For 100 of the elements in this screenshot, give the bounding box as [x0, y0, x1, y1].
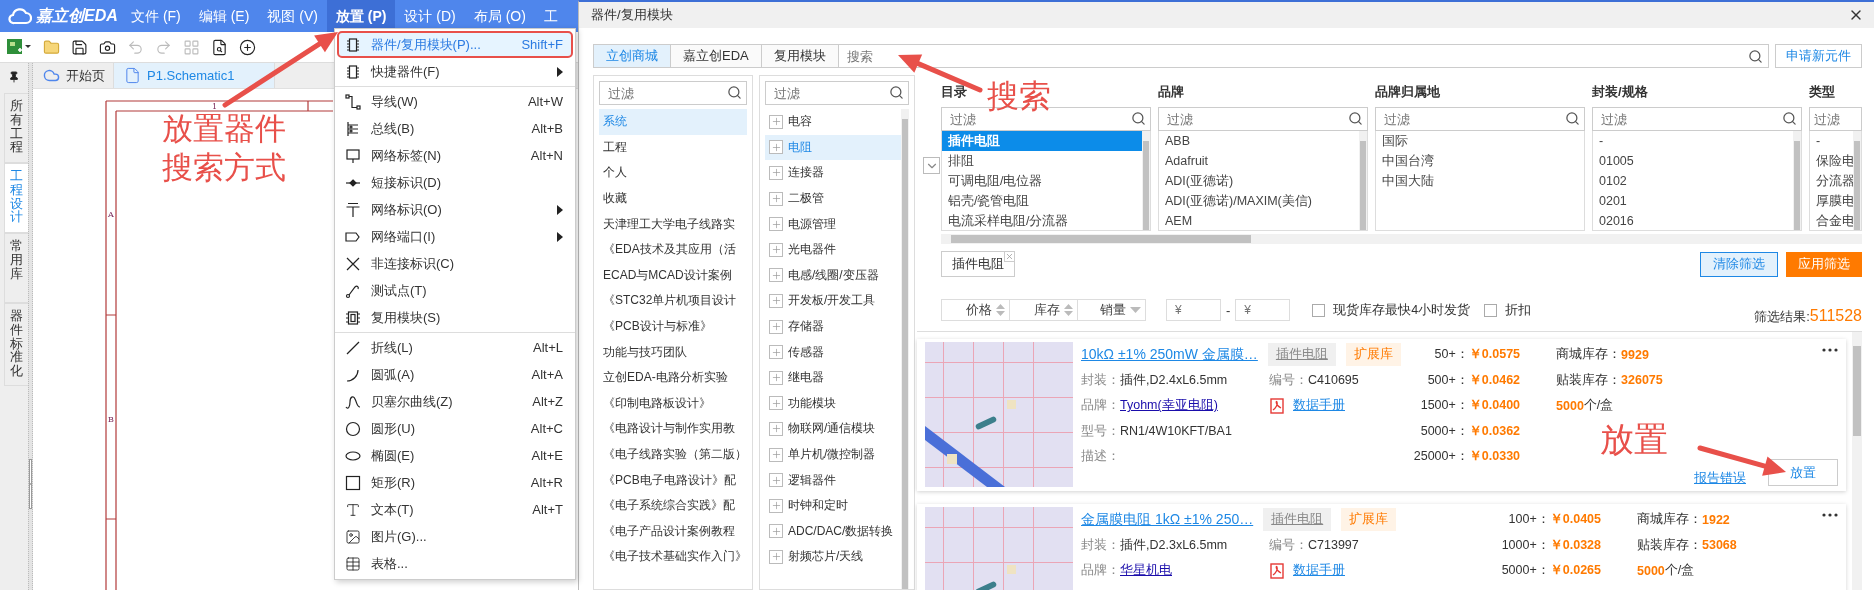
- menu-item[interactable]: 圆形(U) Alt+C: [337, 415, 573, 442]
- product-link[interactable]: 10kΩ ±1% 250mW 金属膜…: [1081, 345, 1258, 364]
- option-item[interactable]: 中国台湾: [1376, 151, 1584, 171]
- price-field[interactable]: ¥: [1235, 299, 1291, 321]
- category-item[interactable]: 光电器件: [765, 236, 901, 263]
- list-item[interactable]: 《PCB设计与标准》: [599, 313, 747, 340]
- menu-item[interactable]: 网络端口(I): [337, 223, 573, 250]
- menu-item[interactable]: 文件 (F): [122, 0, 190, 32]
- category-item[interactable]: 存储器: [765, 313, 901, 340]
- menu-item[interactable]: 表格...: [337, 550, 573, 577]
- menu-item[interactable]: 贝塞尔曲线(Z) Alt+Z: [337, 388, 573, 415]
- category-item[interactable]: 单片机/微控制器: [765, 441, 901, 468]
- report-link[interactable]: 报告错误: [1694, 470, 1746, 487]
- option-item[interactable]: 排阻: [942, 151, 1142, 171]
- category-item[interactable]: 功能模块: [765, 390, 901, 417]
- option-item[interactable]: ADI(亚德诺): [1159, 171, 1359, 191]
- category-item[interactable]: ADC/DAC/数据转换: [765, 518, 901, 545]
- list-item[interactable]: 《电子系统综合实践》配: [599, 492, 747, 519]
- list-item[interactable]: 《PCB电子电路设计》配: [599, 467, 747, 493]
- menu-item[interactable]: 复用模块(S): [337, 304, 573, 331]
- list-item[interactable]: 《电子技术基础实作入门》: [599, 544, 747, 570]
- menu-item[interactable]: 圆弧(A) Alt+A: [337, 361, 573, 388]
- list-item[interactable]: 《电路设计与制作实用教: [599, 416, 747, 442]
- option-item[interactable]: 电流采样电阻/分流器: [942, 211, 1142, 230]
- option-item[interactable]: AEM: [1159, 211, 1359, 230]
- category-item[interactable]: 开发板/开发工具: [765, 288, 901, 314]
- menu-item[interactable]: 视图 (V): [258, 0, 327, 32]
- product-link[interactable]: 金属膜电阻 1kΩ ±1% 250…: [1081, 510, 1254, 529]
- menu-item[interactable]: 折线(L) Alt+L: [337, 334, 573, 361]
- option-item[interactable]: 0201: [1593, 191, 1793, 211]
- menu-item[interactable]: 设计 (D): [395, 0, 465, 32]
- menu-item[interactable]: 网络标识(O): [337, 196, 573, 223]
- menu-item[interactable]: 总线(B) Alt+B: [337, 115, 573, 142]
- menu-item[interactable]: 文本(T) Alt+T: [337, 496, 573, 523]
- brand-link[interactable]: 华星机电: [1120, 562, 1172, 580]
- category-item[interactable]: 时钟和定时: [765, 492, 901, 519]
- list-item[interactable]: 个人: [599, 160, 747, 186]
- menu-item[interactable]: 器件/复用模块(P)... Shift+F: [337, 31, 573, 58]
- filter-field[interactable]: 过滤: [765, 81, 909, 105]
- sort-button[interactable]: 价格: [941, 299, 1010, 321]
- category-item[interactable]: 物联网/通信模块: [765, 416, 901, 442]
- sidebar-tab[interactable]: 器件标准化: [4, 303, 28, 386]
- menu-item[interactable]: 导线(W) Alt+W: [337, 88, 573, 115]
- list-item[interactable]: 《电子产品设计案例教程: [599, 518, 747, 545]
- category-item[interactable]: 逻辑器件: [765, 467, 901, 493]
- menu-item[interactable]: 编辑 (E): [189, 0, 259, 32]
- menu-item[interactable]: 网络标签(N) Alt+N: [337, 142, 573, 169]
- filter-field[interactable]: 过滤: [599, 81, 747, 105]
- menu-item[interactable]: 非连接标识(C): [337, 250, 573, 277]
- option-item[interactable]: 插件电阻: [942, 131, 1142, 151]
- category-item[interactable]: 射频芯片/天线: [765, 544, 901, 570]
- filter-field[interactable]: 过滤: [1592, 107, 1802, 131]
- menu-item[interactable]: 测试点(T): [337, 277, 573, 304]
- option-item[interactable]: 可调电阻/电位器: [942, 171, 1142, 191]
- menu-item[interactable]: 工: [534, 0, 567, 32]
- option-item[interactable]: 中国大陆: [1376, 171, 1584, 191]
- option-item[interactable]: ADI(亚德诺)/MAXIM(美信): [1159, 191, 1359, 211]
- sidebar-tab[interactable]: 工程设计: [4, 163, 28, 233]
- list-item[interactable]: ECAD与MCAD设计案例: [599, 262, 747, 289]
- option-item[interactable]: 02016: [1593, 211, 1793, 230]
- sidebar-tab[interactable]: 所有工程: [4, 93, 28, 163]
- menu-item[interactable]: 矩形(R) Alt+R: [337, 469, 573, 496]
- menu-item[interactable]: 图片(G)...: [337, 523, 573, 550]
- option-item[interactable]: 01005: [1593, 151, 1793, 171]
- filter-field[interactable]: 过滤: [1158, 107, 1368, 131]
- category-item[interactable]: 继电器: [765, 364, 901, 391]
- list-item[interactable]: 收藏: [599, 185, 747, 212]
- list-item[interactable]: 《EDA技术及其应用（活: [599, 236, 747, 263]
- category-item[interactable]: 电容: [765, 109, 901, 135]
- sort-button[interactable]: 库存: [1009, 299, 1078, 321]
- menu-item[interactable]: 短接标识(D): [337, 169, 573, 196]
- category-item[interactable]: 连接器: [765, 160, 901, 186]
- new-part-button[interactable]: 申请新元件: [1775, 44, 1862, 68]
- option-item[interactable]: -: [1810, 131, 1853, 151]
- filter-field[interactable]: 过滤: [1375, 107, 1585, 131]
- option-item[interactable]: 0102: [1593, 171, 1793, 191]
- category-item[interactable]: 电源管理: [765, 211, 901, 237]
- category-item[interactable]: 传感器: [765, 339, 901, 365]
- option-item[interactable]: 国际: [1376, 131, 1584, 151]
- menu-item[interactable]: 椭圆(E) Alt+E: [337, 442, 573, 469]
- list-item[interactable]: 工程: [599, 134, 747, 161]
- list-item[interactable]: 功能与技巧团队: [599, 339, 747, 365]
- option-item[interactable]: 分流器: [1810, 171, 1853, 191]
- category-item[interactable]: 二极管: [765, 185, 901, 212]
- menu-item[interactable]: 布局 (O): [464, 0, 535, 32]
- price-field[interactable]: ¥: [1166, 299, 1221, 321]
- sort-button[interactable]: 销量: [1077, 299, 1146, 321]
- option-item[interactable]: 铝壳/瓷管电阻: [942, 191, 1142, 211]
- category-item[interactable]: 电感/线圈/变压器: [765, 262, 901, 289]
- datasheet-link[interactable]: 数据手册: [1293, 562, 1345, 580]
- filter-field[interactable]: 过滤: [1809, 107, 1862, 131]
- option-item[interactable]: Adafruit: [1159, 151, 1359, 171]
- place-button[interactable]: 放置: [1768, 459, 1838, 486]
- list-item[interactable]: 立创EDA-电路分析实验: [599, 364, 747, 391]
- list-item[interactable]: 《印制电路板设计》: [599, 390, 747, 417]
- datasheet-link[interactable]: 数据手册: [1293, 397, 1345, 415]
- list-item[interactable]: 《电子线路实验（第二版）: [599, 441, 747, 468]
- list-item[interactable]: 天津理工大学电子线路实: [599, 211, 747, 237]
- search-field[interactable]: 搜索: [838, 45, 1768, 67]
- brand-link[interactable]: Tyohm(幸亚电阻): [1120, 397, 1218, 415]
